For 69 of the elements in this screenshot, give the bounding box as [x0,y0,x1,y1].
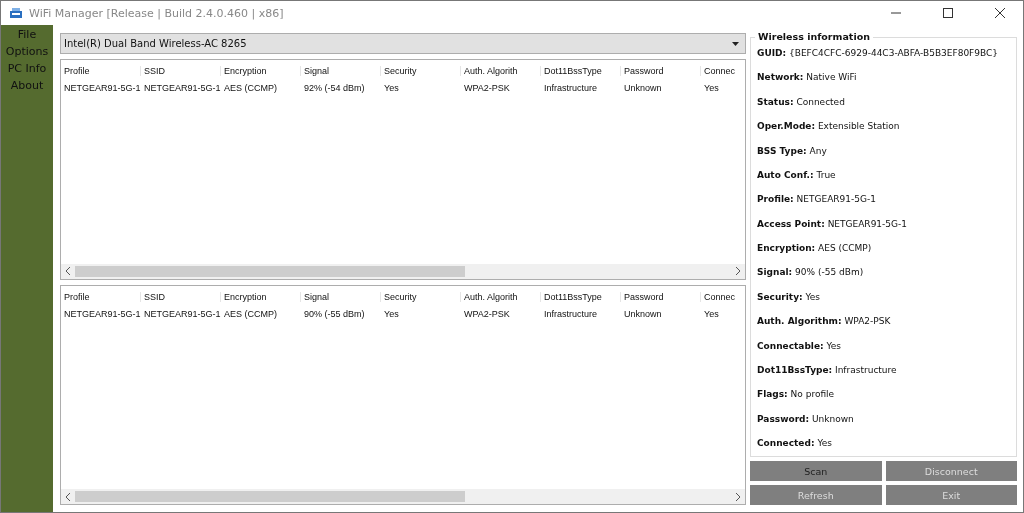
table-cell-text: Unknown [623,83,663,93]
column-header[interactable]: Auth. Algorith [461,66,541,76]
maximize-button[interactable] [943,8,953,18]
info-field: Security: Yes [757,291,1010,302]
adapter-dropdown[interactable]: Intel(R) Dual Band Wireless-AC 8265 [60,33,746,54]
scroll-left-icon[interactable] [65,267,71,275]
column-header[interactable]: Encryption [221,66,301,76]
horizontal-scrollbar[interactable] [61,489,745,504]
info-field: Auto Conf.: True [757,169,1010,180]
info-field: Dot11BssType: Infrastructure [757,364,1010,375]
panel-title: Wireless information [755,31,873,42]
column-header[interactable]: Password [621,291,701,302]
info-field: Connectable: Yes [757,340,1010,351]
info-field: Access Point: NETGEAR91-5G-1 [757,218,1010,229]
table-cell-text: Yes [703,83,719,93]
info-field: Auth. Algorithm: WPA2-PSK [757,316,1010,327]
info-field: Network: Native WiFi [757,72,1010,83]
table-cell-text: Infrastructure [543,308,599,319]
info-field: GUID: {BEFC4CFC-6929-44C3-ABFA-B5B3EF80F9BC} [757,48,1010,58]
column-header[interactable]: SSID [141,66,221,76]
column-header[interactable]: Profile [61,291,141,302]
scroll-right-icon[interactable] [735,492,741,501]
table-cell-text: WPA2-PSK [463,308,511,319]
column-header[interactable]: Auth. Algorith [461,291,541,302]
column-header[interactable]: Dot11BssType [541,291,621,302]
table-cell-text: NETGEAR91-5G-1 [143,308,221,319]
column-header[interactable]: Signal [301,291,381,302]
horizontal-scrollbar[interactable] [61,263,745,279]
table-cell-text: Yes [383,308,400,319]
info-field: Flags: No profile [757,389,1010,400]
column-header[interactable]: Profile [61,66,141,76]
table-cell-text: Unknown [623,308,663,319]
column-header[interactable]: Connec [701,66,736,76]
table-cell-text: AES (CCMP) [223,83,278,93]
table-cell-text: NETGEAR91-5G-1 [143,83,221,93]
info-field: Password: Unknown [757,413,1010,424]
column-header[interactable]: Encryption [221,291,301,302]
app-icon [9,6,23,20]
close-button[interactable] [995,8,1005,18]
scroll-thumb[interactable] [75,491,465,502]
table-cell-text: AES (CCMP) [223,308,278,319]
table-cell-text: NETGEAR91-5G-1 [63,308,141,319]
table-cell-text: WPA2-PSK [463,83,511,93]
column-header[interactable]: SSID [141,291,221,302]
info-field: Signal: 90% (-55 dBm) [757,267,1010,278]
column-header[interactable]: Security [381,291,461,302]
table-cell-text: NETGEAR91-5G-1 [63,83,141,93]
info-field: Oper.Mode: Extensible Station [757,121,1010,132]
window-title: WiFi Manager [Release | Build 2.4.0.460 | x86] [29,6,285,20]
table-cell-text: Yes [383,83,400,93]
info-field: Encryption: AES (CCMP) [757,243,1010,253]
info-field: Profile: NETGEAR91-5G-1 [757,194,1010,205]
scroll-right-icon[interactable] [735,267,741,275]
info-field: Status: Connected [757,96,1010,107]
scroll-thumb[interactable] [75,265,465,277]
info-field: BSS Type: Any [757,145,1010,156]
column-header[interactable]: Security [381,66,461,76]
column-header[interactable]: Dot11BssType [541,66,621,76]
table-cell-text: Yes [703,308,719,319]
dropdown-arrow-icon [732,41,739,46]
column-header[interactable]: Connec [701,291,736,302]
column-header[interactable]: Password [621,66,701,76]
action-button[interactable]: Scan [750,461,882,481]
info-field: Connected: Yes [757,438,1010,448]
table-cell-text: 90% (-55 dBm) [303,308,366,319]
scroll-left-icon[interactable] [65,492,71,501]
table-cell-text: 92% (-54 dBm) [303,83,366,93]
column-header[interactable]: Signal [301,66,381,76]
table-cell-text: Infrastructure [543,83,599,93]
